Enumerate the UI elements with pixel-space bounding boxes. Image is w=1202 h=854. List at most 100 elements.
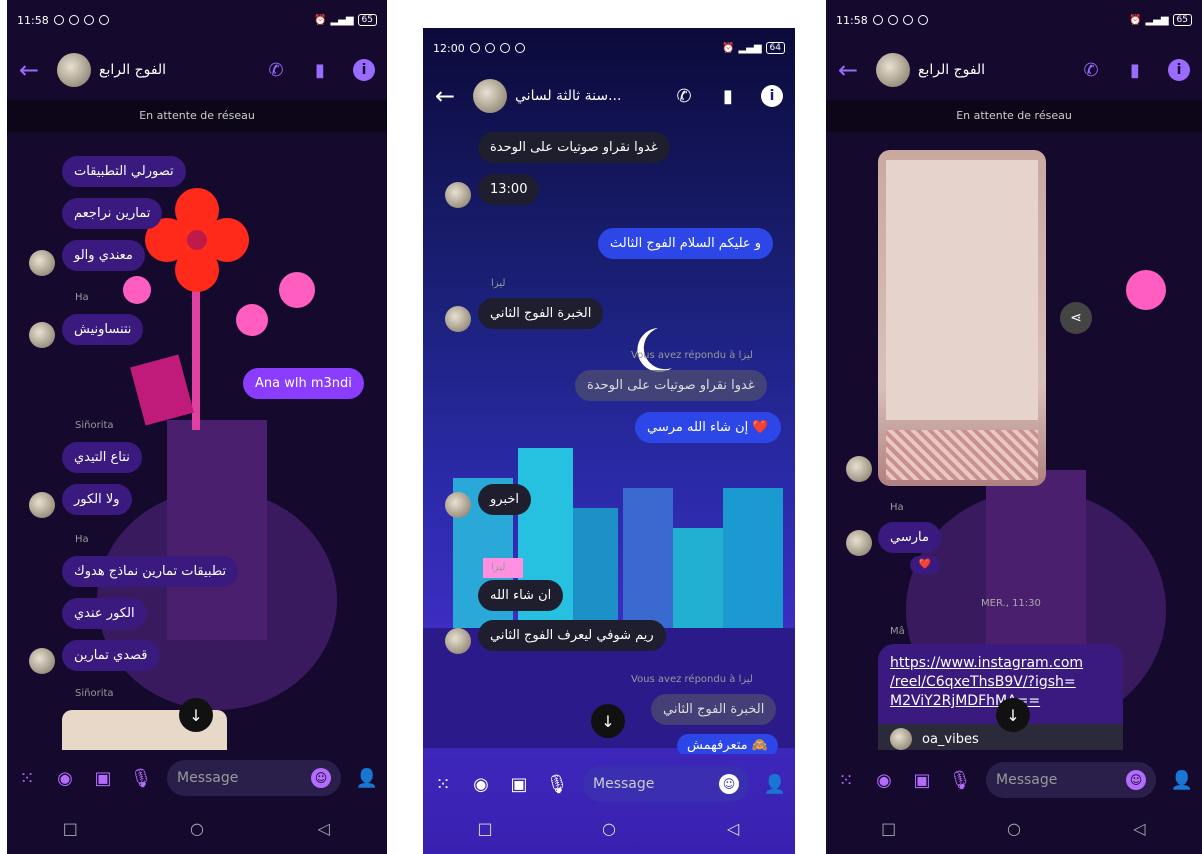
sticker-avatar-icon[interactable]: 👤 (355, 766, 379, 790)
link-line[interactable]: https://www.instagram.com (890, 654, 1111, 673)
apps-icon[interactable]: ⁙ (431, 772, 455, 796)
message-bubble[interactable]: معندي والو (62, 240, 145, 271)
back-button-icon[interactable]: ◁ (309, 819, 339, 838)
message-bubble[interactable]: مارسي (878, 522, 941, 553)
reaction-badge[interactable]: ❤️ (910, 556, 940, 574)
my-message-bubble[interactable]: و عليكم السلام الفوج الثالث (598, 228, 774, 259)
sender-name: Ha (75, 292, 89, 303)
sender-avatar[interactable] (445, 628, 471, 654)
message-bubble[interactable]: قصدي تمارين (62, 640, 160, 671)
message-bubble[interactable]: نتنساونيش (62, 314, 144, 345)
message-placeholder: Message (996, 772, 1058, 788)
status-bar: 11:58 ⏰ ▂▄▆ 65 (7, 0, 387, 40)
scroll-down-button[interactable]: ↓ (179, 698, 213, 732)
my-message-bubble[interactable]: متعرفهمش 🙈 (677, 734, 778, 754)
message-list[interactable]: تصورلي التطبيقات تمارين نراجعم معندي وال… (7, 132, 387, 750)
group-avatar[interactable] (876, 53, 910, 87)
message-bubble[interactable]: الخبرة الفوج الثاني (478, 298, 604, 329)
clock: 12:00 (433, 41, 465, 55)
signal-icon: ▂▄▆ (1145, 14, 1169, 26)
chat-title[interactable]: الفوج الرابع (918, 62, 1080, 78)
back-arrow-icon[interactable]: ← (838, 56, 868, 84)
message-bubble[interactable]: ريم شوفي ليعرف الفوج الثاني (478, 620, 666, 651)
android-nav-bar: □ ○ ◁ (423, 802, 795, 854)
message-bubble[interactable]: 13:00 (478, 174, 540, 205)
message-bubble[interactable]: تطبيقات تمارين نماذج هدوك (62, 556, 239, 587)
apps-icon[interactable]: ⁙ (834, 768, 858, 792)
chat-title[interactable]: سنة ثالثة لساني... (515, 88, 673, 104)
emoji-icon[interactable]: ☺ (1126, 770, 1146, 790)
sticker-avatar-icon[interactable]: 👤 (1170, 768, 1194, 792)
group-avatar[interactable] (57, 53, 91, 87)
back-arrow-icon[interactable]: ← (435, 82, 465, 110)
message-bubble[interactable]: تصورلي التطبيقات (62, 156, 186, 187)
microphone-icon[interactable]: 🎙 (948, 768, 972, 792)
camera-icon[interactable]: ◉ (469, 772, 493, 796)
recents-button-icon[interactable]: □ (470, 819, 500, 838)
sender-avatar[interactable] (445, 182, 471, 208)
sender-avatar[interactable] (846, 530, 872, 556)
clock: 11:58 (836, 13, 868, 27)
home-button-icon[interactable]: ○ (182, 819, 212, 838)
gallery-icon[interactable]: ▣ (91, 766, 115, 790)
scroll-down-button[interactable]: ↓ (591, 704, 625, 738)
back-arrow-icon[interactable]: ← (19, 56, 49, 84)
alarm-icon: ⏰ (722, 42, 735, 54)
sender-avatar[interactable] (846, 456, 872, 482)
info-icon[interactable]: i (353, 59, 375, 81)
photo-attachment[interactable] (878, 150, 1046, 486)
sender-avatar[interactable] (29, 648, 55, 674)
phone-call-icon[interactable]: ✆ (1080, 59, 1102, 81)
sender-name: Siñorita (75, 688, 114, 699)
camera-icon[interactable]: ◉ (53, 766, 77, 790)
video-call-icon[interactable]: ▮ (717, 85, 739, 107)
message-bubble[interactable]: ولا الكور (62, 484, 132, 515)
message-input[interactable]: Message ☺ (986, 762, 1156, 798)
message-list[interactable]: غدوا نقراو صوتيات على الوحدة 13:00 و علي… (423, 126, 795, 754)
link-line[interactable]: /reel/C6qxeThsB9V/?igsh= (890, 673, 1111, 692)
microphone-icon[interactable]: 🎙 (545, 772, 569, 796)
my-message-bubble[interactable]: إن شاء الله مرسي ❤️ (635, 412, 781, 443)
message-input[interactable]: Message ☺ (167, 760, 341, 796)
message-bubble[interactable]: غدوا نقراو صوتيات على الوحدة (478, 132, 670, 163)
group-avatar[interactable] (473, 79, 507, 113)
my-message-bubble[interactable]: Ana wlh m3ndi (243, 368, 364, 399)
sender-avatar[interactable] (29, 322, 55, 348)
message-bubble[interactable]: تمارين نراجعم (62, 198, 163, 229)
sender-avatar[interactable] (445, 492, 471, 518)
info-icon[interactable]: i (1168, 59, 1190, 81)
info-icon[interactable]: i (761, 85, 783, 107)
gallery-icon[interactable]: ▣ (507, 772, 531, 796)
sender-avatar[interactable] (445, 306, 471, 332)
emoji-icon[interactable]: ☺ (719, 774, 739, 794)
message-bubble[interactable]: اخبرو (478, 484, 532, 515)
phone-call-icon[interactable]: ✆ (673, 85, 695, 107)
message-bubble[interactable]: نتاع التيدي (62, 442, 142, 473)
phone-call-icon[interactable]: ✆ (265, 59, 287, 81)
video-call-icon[interactable]: ▮ (309, 59, 331, 81)
camera-icon[interactable]: ◉ (872, 768, 896, 792)
recents-button-icon[interactable]: □ (55, 819, 85, 838)
share-icon[interactable]: ⋖ (1060, 302, 1092, 334)
phone-screen-2: 12:00 ⏰ ▂▄▆ 64 ← سنة ثالثة لساني... ✆ ▮ i … (423, 28, 795, 854)
video-call-icon[interactable]: ▮ (1124, 59, 1146, 81)
message-bubble[interactable]: الكور عندي (62, 598, 147, 629)
sticker-avatar-icon[interactable]: 👤 (763, 772, 787, 796)
emoji-icon[interactable]: ☺ (311, 768, 331, 788)
sender-avatar[interactable] (29, 492, 55, 518)
message-input[interactable]: Message ☺ (583, 766, 749, 802)
gallery-icon[interactable]: ▣ (910, 768, 934, 792)
sender-avatar[interactable] (29, 250, 55, 276)
home-button-icon[interactable]: ○ (999, 819, 1029, 838)
apps-icon[interactable]: ⁙ (15, 766, 39, 790)
chat-title[interactable]: الفوج الرابع (99, 62, 265, 78)
home-button-icon[interactable]: ○ (594, 819, 624, 838)
microphone-icon[interactable]: 🎙 (129, 766, 153, 790)
message-bubble[interactable]: ان شاء الله (478, 580, 564, 611)
link-preview[interactable]: oa_vibes (878, 724, 1123, 750)
back-button-icon[interactable]: ◁ (1124, 819, 1154, 838)
back-button-icon[interactable]: ◁ (718, 819, 748, 838)
recents-button-icon[interactable]: □ (874, 819, 904, 838)
message-list[interactable]: ⋖ Ha مارسي ❤️ MER., 11:30 Mâ https://www… (826, 132, 1202, 750)
scroll-down-button[interactable]: ↓ (996, 698, 1030, 732)
